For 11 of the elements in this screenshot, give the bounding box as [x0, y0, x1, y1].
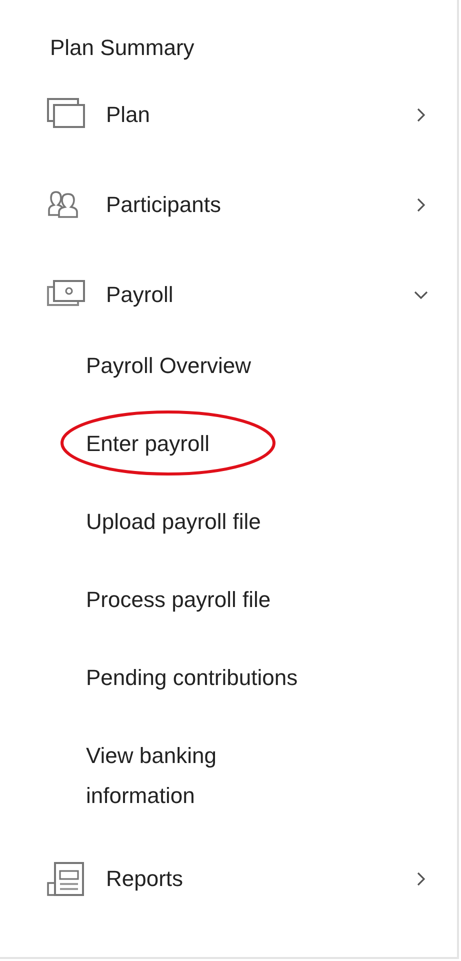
menu-item[interactable]: Plan — [46, 90, 429, 140]
submenu-item[interactable]: View banking information — [86, 736, 316, 816]
submenu-item[interactable]: Payroll Overview — [86, 346, 252, 386]
menu-item[interactable]: Participants — [46, 180, 429, 230]
submenu-item[interactable]: Upload payroll file — [86, 502, 261, 542]
submenu-item[interactable]: Pending contributions — [86, 658, 298, 698]
menu-heading: Plan Summary — [50, 34, 194, 62]
menu-item[interactable]: Payroll — [46, 270, 429, 320]
document-icon — [46, 861, 86, 897]
menu-item[interactable]: Reports — [46, 854, 429, 904]
submenu-item[interactable]: Process payroll file — [86, 580, 271, 620]
